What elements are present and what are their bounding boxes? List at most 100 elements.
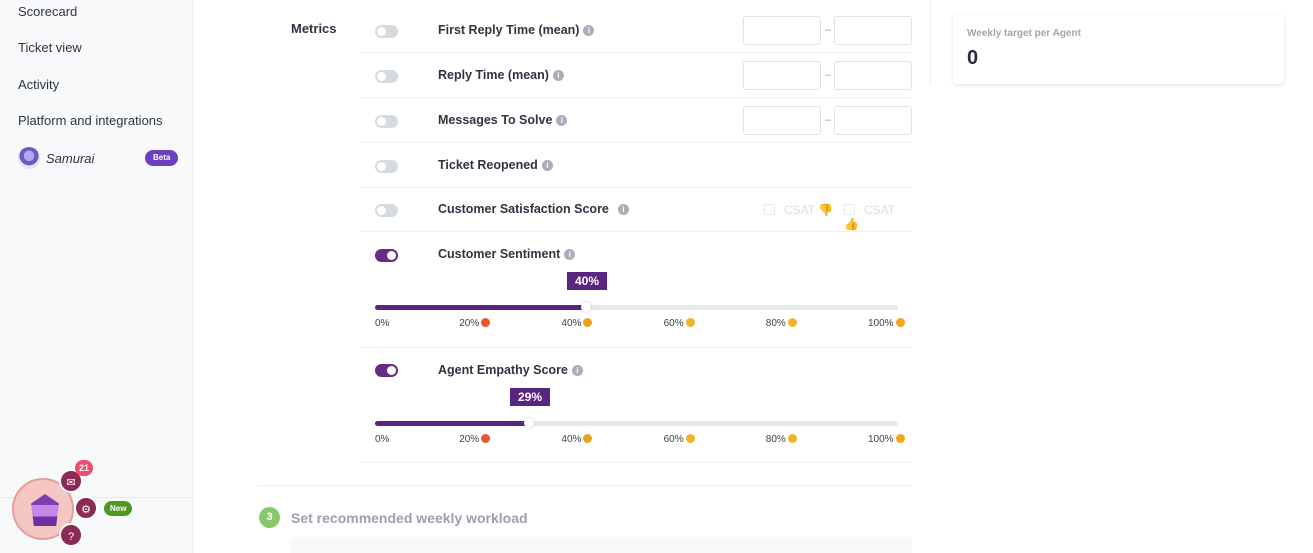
weekly-target-label: Weekly target per Agent — [967, 28, 1081, 39]
reply-time-min-input[interactable] — [743, 61, 821, 90]
help-icon[interactable]: ? — [59, 523, 83, 547]
sidebar-item-activity[interactable]: Activity — [18, 77, 59, 92]
customer-sentiment-value-badge: 40% — [567, 272, 608, 290]
scale-tick-label: 100% — [868, 318, 894, 329]
metric-label-agent-empathy: Agent Empathy Score i — [438, 363, 583, 377]
info-icon[interactable]: i — [552, 70, 564, 81]
metric-label-csat: Customer Satisfaction Score i — [438, 202, 629, 216]
sidebar-item-ticket-view[interactable]: Ticket view — [18, 40, 82, 55]
metric-label-text: Customer Sentiment — [438, 247, 561, 261]
csat-toggle[interactable] — [375, 204, 398, 217]
csat-negative-option[interactable]: CSAT 👎 — [764, 203, 833, 217]
scale-tick: 60% — [664, 434, 695, 445]
gear-icon[interactable]: ⚙ — [74, 496, 98, 520]
metric-row-ticket-reopened: Ticket Reopened i — [360, 143, 912, 188]
sidebar: Scorecard Ticket view Activity Platform … — [0, 0, 193, 553]
agent-empathy-toggle[interactable] — [375, 364, 398, 377]
agent-empathy-slider[interactable] — [375, 418, 898, 428]
metric-label-text: First Reply Time (mean) — [438, 23, 580, 37]
customer-sentiment-toggle[interactable] — [375, 249, 398, 262]
scale-tick-label: 40% — [561, 318, 582, 329]
first-reply-time-min-input[interactable] — [743, 16, 821, 45]
csat-positive-option[interactable]: CSAT 👍 — [844, 203, 912, 231]
range-separator: – — [825, 114, 832, 126]
csat-positive-checkbox[interactable] — [844, 204, 855, 215]
info-icon[interactable]: i — [583, 25, 595, 36]
first-reply-time-max-input[interactable] — [834, 16, 912, 45]
info-icon[interactable]: i — [571, 365, 583, 376]
frown-emoji-icon — [583, 434, 593, 443]
info-icon[interactable]: i — [541, 160, 553, 171]
csat-negative-label: CSAT 👎 — [784, 203, 834, 217]
sidebar-item-platform-integrations[interactable]: Platform and integrations — [18, 113, 163, 128]
metric-row-csat: Customer Satisfaction Score i CSAT 👎 CSAT… — [360, 188, 912, 232]
beta-badge: Beta — [145, 150, 179, 166]
slider-fill — [375, 305, 585, 310]
slider-fill — [375, 421, 527, 426]
info-icon[interactable]: i — [564, 249, 576, 260]
sidebar-item-samurai[interactable]: Samurai — [46, 151, 94, 166]
scale-tick: 40% — [561, 434, 593, 445]
metric-label-text: Reply Time (mean) — [438, 68, 549, 82]
step-title: Set recommended weekly workload — [291, 510, 528, 526]
scale-tick-label: 0% — [375, 318, 390, 329]
metric-label-messages-to-solve: Messages To Solve i — [438, 113, 568, 127]
scale-tick: 80% — [766, 434, 797, 445]
metric-row-reply-time: Reply Time (mean) i – — [360, 53, 912, 98]
metric-label-text: Agent Empathy Score — [438, 363, 568, 377]
right-panel-divider — [930, 0, 931, 84]
scale-tick-label: 20% — [459, 434, 480, 445]
messages-to-solve-min-input[interactable] — [743, 106, 821, 135]
step-number-badge: 3 — [259, 507, 280, 528]
range-separator: – — [825, 69, 832, 81]
angry-emoji-icon — [481, 318, 491, 327]
reply-time-toggle[interactable] — [375, 70, 398, 83]
metric-row-agent-empathy: Agent Empathy Score i — [360, 348, 912, 463]
sidebar-item-scorecard[interactable]: Scorecard — [18, 4, 77, 19]
scale-tick: 20% — [459, 318, 491, 329]
weekly-workload-panel — [291, 537, 912, 553]
scale-tick-label: 100% — [868, 434, 894, 445]
info-icon[interactable]: i — [556, 115, 568, 126]
customer-sentiment-slider[interactable] — [375, 302, 898, 312]
scale-tick-label: 60% — [663, 318, 684, 329]
messages-to-solve-toggle[interactable] — [375, 115, 398, 128]
metric-row-messages-to-solve: Messages To Solve i – — [360, 98, 912, 143]
scale-tick-label: 80% — [765, 318, 786, 329]
temple-icon — [31, 494, 59, 526]
csat-negative-checkbox[interactable] — [764, 204, 775, 215]
scale-tick: 0% — [375, 318, 389, 329]
metrics-section-title: Metrics — [291, 21, 337, 36]
party-emoji-icon — [895, 434, 905, 443]
range-separator: – — [825, 24, 832, 36]
scale-tick: 80% — [766, 318, 797, 329]
notification-count-badge: 21 — [75, 460, 94, 476]
metric-label-text: Messages To Solve — [438, 113, 553, 127]
weekly-target-value: 0 — [967, 47, 979, 69]
slider-handle[interactable] — [523, 418, 534, 428]
metric-label-text: Customer Satisfaction Score — [438, 202, 609, 216]
metric-label-first-reply-time: First Reply Time (mean) i — [438, 23, 595, 37]
messages-to-solve-max-input[interactable] — [834, 106, 912, 135]
scale-tick-label: 60% — [663, 434, 684, 445]
metric-label-reply-time: Reply Time (mean) i — [438, 68, 564, 82]
section-divider — [258, 485, 912, 486]
angry-emoji-icon — [481, 434, 491, 443]
info-icon[interactable]: i — [617, 204, 629, 215]
frown-emoji-icon — [583, 318, 593, 327]
neutral-emoji-icon — [685, 434, 695, 443]
smile-emoji-icon — [787, 434, 797, 443]
reply-time-max-input[interactable] — [834, 61, 912, 90]
scale-tick: 20% — [459, 434, 491, 445]
scale-tick: 0% — [375, 434, 389, 445]
agent-empathy-value-badge: 29% — [510, 388, 551, 406]
ticket-reopened-toggle[interactable] — [375, 160, 398, 173]
neutral-emoji-icon — [685, 318, 695, 327]
metric-row-first-reply-time: First Reply Time (mean) i – — [360, 8, 912, 53]
samurai-avatar-icon[interactable] — [18, 147, 40, 169]
scale-tick-label: 80% — [765, 434, 786, 445]
metric-label-text: Ticket Reopened — [438, 158, 538, 172]
scale-tick-label: 40% — [561, 434, 582, 445]
first-reply-time-toggle[interactable] — [375, 25, 398, 38]
scale-tick: 40% — [561, 318, 593, 329]
